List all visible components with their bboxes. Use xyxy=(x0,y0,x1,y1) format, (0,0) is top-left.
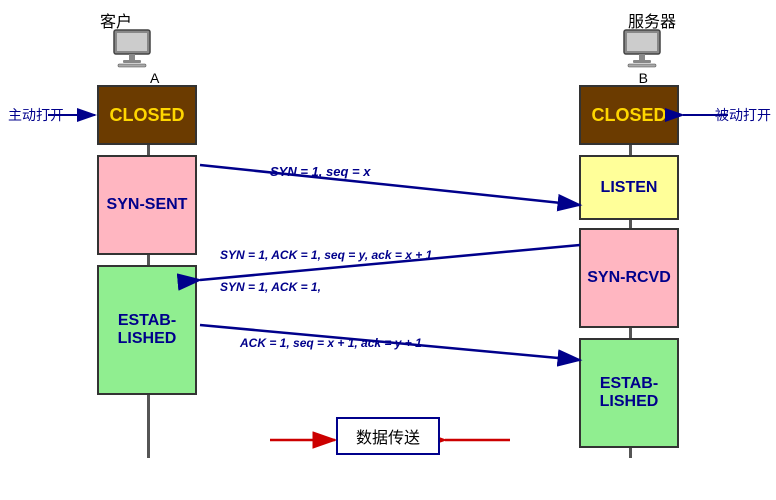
server-computer-icon xyxy=(620,28,668,68)
node-b-label: B xyxy=(639,70,648,86)
listen-state: LISTEN xyxy=(579,155,679,220)
client-computer-icon xyxy=(110,28,158,68)
syn-rcvd-state: SYN-RCVD xyxy=(579,228,679,328)
closed-left-state: CLOSED xyxy=(97,85,197,145)
estab-right-state: ESTAB-LISHED xyxy=(579,338,679,448)
data-transfer-box: 数据传送 xyxy=(336,417,440,455)
arrow-ack-label: ACK = 1, seq = x + 1, ack = y + 1 xyxy=(240,336,422,350)
syn-sent-state: SYN-SENT xyxy=(97,155,197,255)
arrow-ack-syn-label: SYN = 1, ACK = 1, xyxy=(220,280,321,294)
arrow-syn-ack-label: SYN = 1, ACK = 1, seq = y, ack = x + 1 xyxy=(220,248,432,262)
passive-open-label: 被动打开 xyxy=(715,105,771,125)
active-open-label: 主动打开 xyxy=(8,105,64,125)
arrow-syn-label: SYN = 1, seq = x xyxy=(270,164,370,179)
estab-left-state: ESTAB-LISHED xyxy=(97,265,197,395)
tcp-handshake-diagram: 客户 服务器 A B CLOSED CLOSE xyxy=(0,0,776,500)
closed-right-state: CLOSED xyxy=(579,85,679,145)
node-a-label: A xyxy=(150,70,159,86)
